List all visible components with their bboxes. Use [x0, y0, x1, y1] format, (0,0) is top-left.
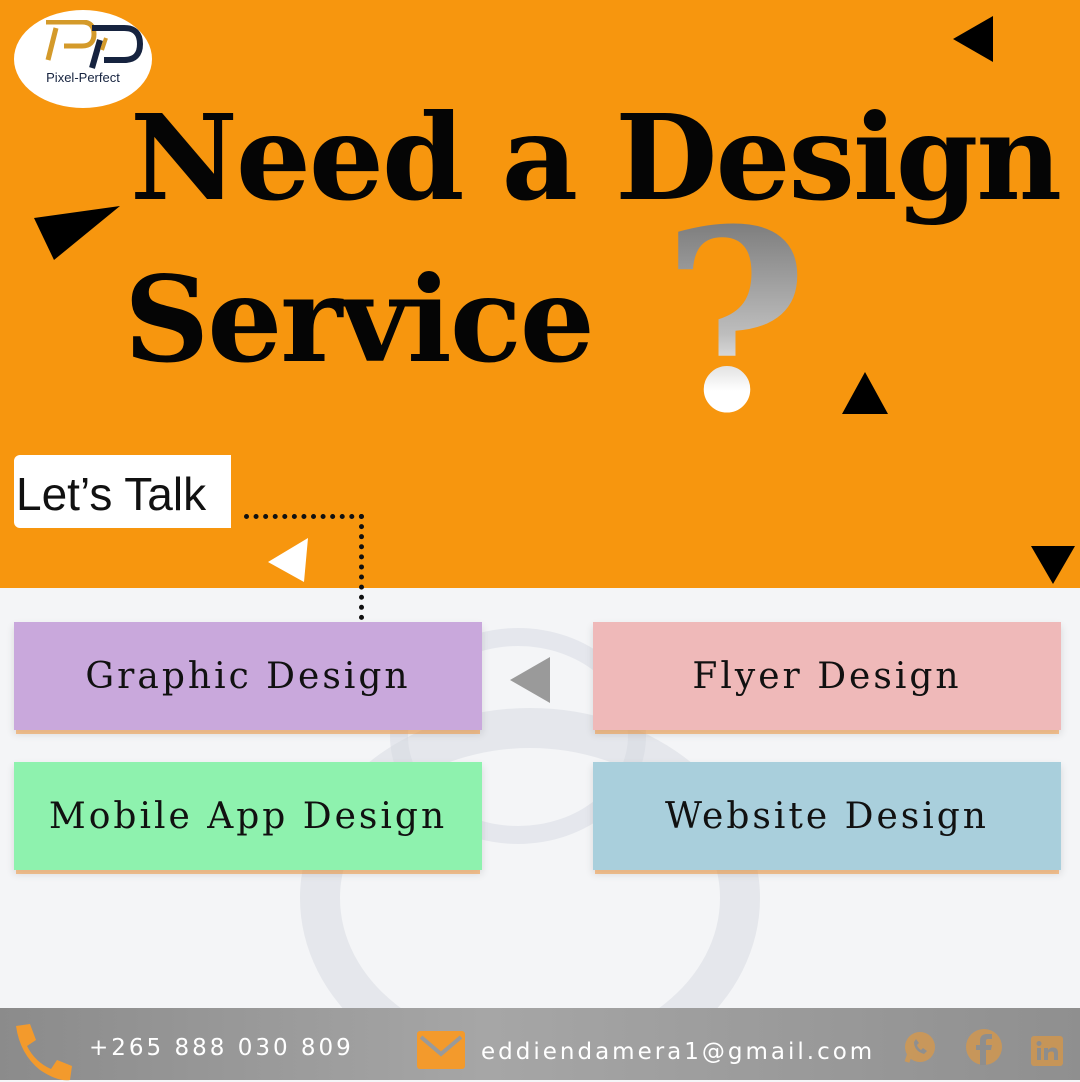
headline-line-2: Service: [124, 250, 595, 389]
triangle-decoration: [1031, 546, 1075, 584]
lets-talk-button[interactable]: Let’s Talk: [14, 455, 231, 528]
facebook-icon[interactable]: [965, 1028, 1003, 1066]
service-card-mobile-app-design[interactable]: Mobile App Design: [14, 762, 482, 870]
headline-line-1: Need a Design: [130, 88, 1062, 227]
dotted-connector: [244, 514, 364, 519]
triangle-decoration: [34, 206, 120, 260]
service-label: Graphic Design: [85, 655, 411, 697]
contact-footer: +265 888 030 809 eddiendamera1@gmail.com: [0, 1008, 1080, 1082]
pp-monogram-icon: [45, 20, 144, 69]
arrow-left-decoration: [510, 657, 550, 703]
dotted-connector: [359, 514, 364, 620]
phone-number[interactable]: +265 888 030 809: [89, 1035, 354, 1061]
mail-icon[interactable]: [416, 1030, 466, 1070]
service-label: Website Design: [664, 795, 989, 837]
service-card-graphic-design[interactable]: Graphic Design: [14, 622, 482, 730]
linkedin-icon[interactable]: [1031, 1036, 1063, 1066]
whatsapp-icon[interactable]: [903, 1030, 937, 1064]
phone-icon[interactable]: [8, 1022, 74, 1082]
question-mark: ?: [662, 174, 809, 468]
service-card-website-design[interactable]: Website Design: [593, 762, 1061, 870]
triangle-decoration: [842, 372, 888, 414]
triangle-decoration: [953, 16, 993, 62]
service-label: Mobile App Design: [48, 795, 448, 837]
triangle-decoration: [268, 538, 308, 582]
brand-name: Pixel-Perfect: [46, 70, 120, 85]
lets-talk-label: Let’s Talk: [16, 468, 207, 520]
service-label: Flyer Design: [692, 655, 962, 697]
email-address[interactable]: eddiendamera1@gmail.com: [481, 1039, 875, 1065]
service-card-flyer-design[interactable]: Flyer Design: [593, 622, 1061, 730]
